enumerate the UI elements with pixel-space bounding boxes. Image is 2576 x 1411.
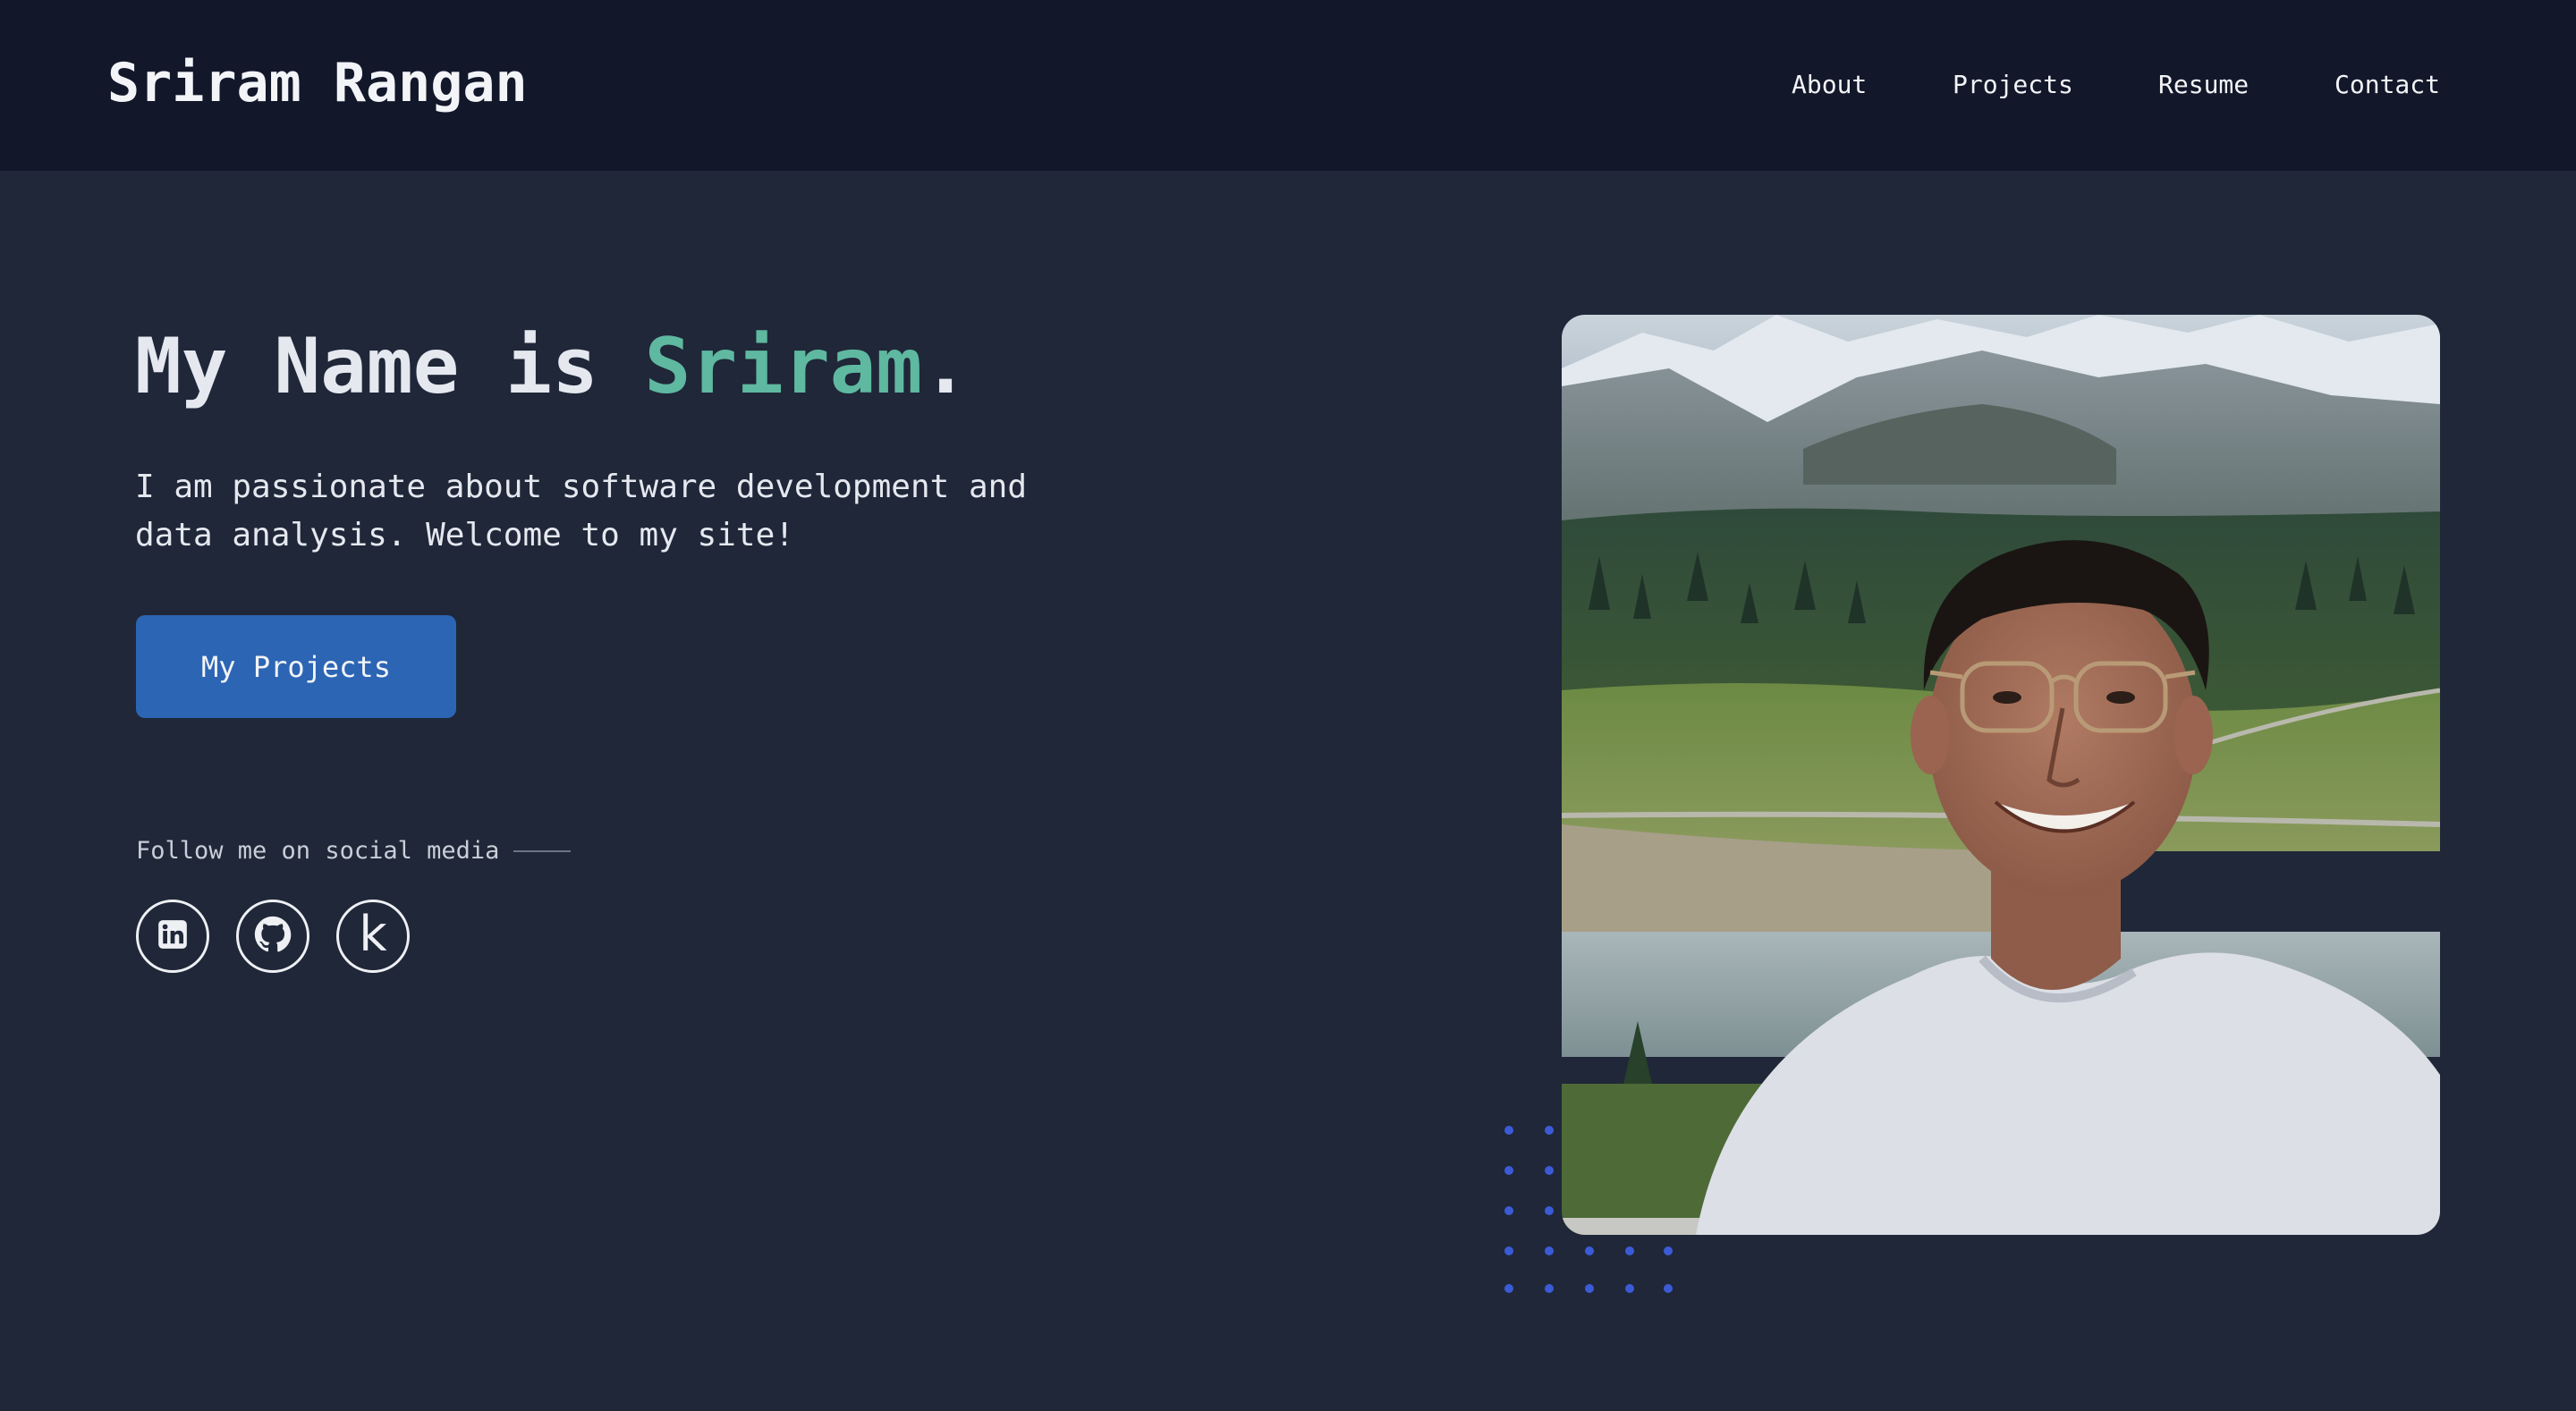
follow-social-text: Follow me on social media xyxy=(136,837,500,865)
nav-link-projects[interactable]: Projects xyxy=(1953,70,2073,99)
profile-photo xyxy=(1562,315,2440,1235)
nav-link-about[interactable]: About xyxy=(1792,70,1867,99)
site-brand[interactable]: Sriram Rangan xyxy=(107,52,528,114)
top-navigation-bar: Sriram Rangan About Projects Resume Cont… xyxy=(0,0,2576,171)
kaggle-icon: k xyxy=(359,906,387,962)
hero-title-suffix: . xyxy=(922,322,969,411)
linkedin-link[interactable] xyxy=(136,900,209,973)
github-icon xyxy=(252,914,293,959)
follow-divider xyxy=(513,849,572,852)
github-link[interactable] xyxy=(236,900,309,973)
hero-title: My Name is Sriram. xyxy=(135,322,969,411)
linkedin-icon xyxy=(156,917,190,955)
kaggle-link[interactable]: k xyxy=(336,900,410,973)
follow-social-label: Follow me on social media xyxy=(136,837,572,865)
nav-link-resume[interactable]: Resume xyxy=(2158,70,2249,99)
hero-title-prefix: My Name is xyxy=(135,322,645,411)
hero-description: I am passionate about software developme… xyxy=(135,469,1027,553)
nav-link-contact[interactable]: Contact xyxy=(2334,70,2440,99)
my-projects-button[interactable]: My Projects xyxy=(136,615,456,718)
hero-title-name: Sriram xyxy=(644,322,923,411)
